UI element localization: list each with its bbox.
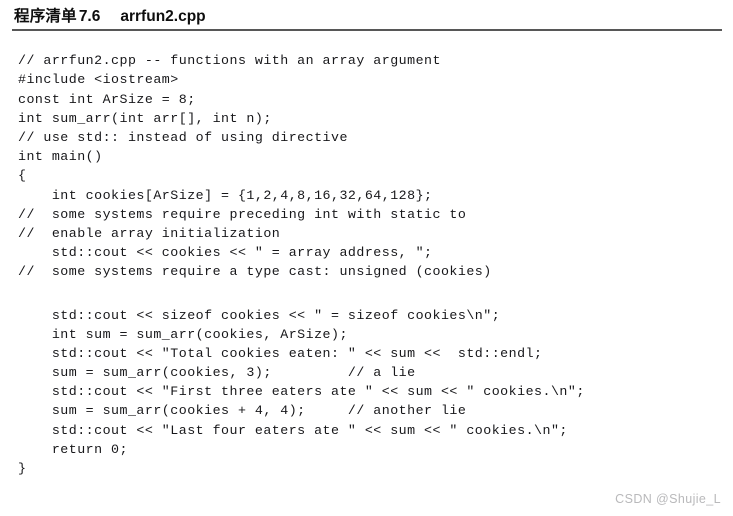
code-line: // enable array initialization: [18, 225, 281, 241]
code-line: sum = sum_arr(cookies + 4, 4); // anothe…: [18, 403, 467, 419]
listing-header: 程序清单 7.6 arrfun2.cpp: [14, 4, 206, 26]
code-line: std::cout << "Total cookies eaten: " << …: [18, 345, 543, 361]
code-line: #include <iostream>: [18, 72, 179, 88]
listing-label-chinese: 程序清单: [14, 7, 77, 25]
code-line: std::cout << cookies << " = array addres…: [18, 245, 433, 261]
code-line: int sum = sum_arr(cookies, ArSize);: [18, 326, 348, 342]
code-line: // some systems require preceding int wi…: [18, 206, 467, 222]
code-line: // some systems require a type cast: uns…: [18, 264, 492, 280]
listing-filename: arrfun2.cpp: [120, 8, 206, 25]
code-listing: // arrfun2.cpp -- functions with an arra…: [18, 51, 718, 478]
code-line: std::cout << sizeof cookies << " = sizeo…: [18, 307, 501, 323]
code-line: int sum_arr(int arr[], int n);: [18, 110, 272, 126]
code-line: int cookies[ArSize] = {1,2,4,8,16,32,64,…: [18, 187, 433, 203]
code-line: int main(): [18, 149, 103, 165]
header-divider-rule: [12, 29, 722, 31]
code-line: return 0;: [18, 441, 128, 457]
csdn-watermark: CSDN @Shujie_L: [615, 492, 721, 506]
listing-number: 7.6: [78, 8, 101, 25]
listing-page: 程序清单 7.6 arrfun2.cpp // arrfun2.cpp -- f…: [0, 0, 733, 516]
code-line: const int ArSize = 8;: [18, 91, 196, 107]
code-line: {: [18, 168, 27, 184]
code-line: sum = sum_arr(cookies, 3); // a lie: [18, 365, 416, 381]
code-line: }: [18, 461, 27, 477]
code-line: std::cout << "First three eaters ate " <…: [18, 384, 585, 400]
code-line: // arrfun2.cpp -- functions with an arra…: [18, 53, 441, 69]
code-line: // use std:: instead of using directive: [18, 130, 348, 146]
code-line: std::cout << "Last four eaters ate " << …: [18, 422, 568, 438]
